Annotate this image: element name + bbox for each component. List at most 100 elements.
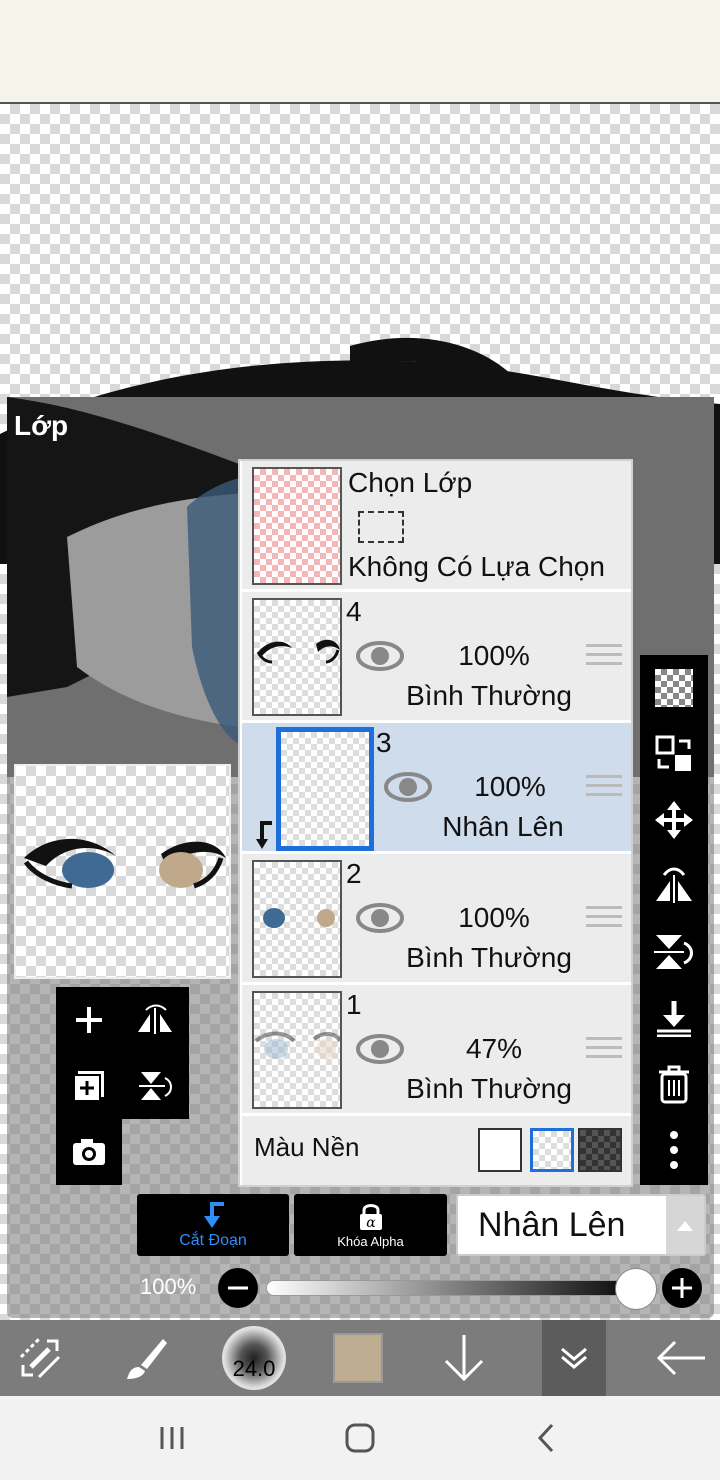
layer-list: Chọn Lớp Không Có Lựa Chọn 4 100% Bình T… [238, 459, 633, 1187]
alpha-lock-label: Khóa Alpha [337, 1233, 404, 1249]
opacity-increase-button[interactable] [660, 1266, 704, 1310]
add-raster-layer-button[interactable] [56, 1053, 122, 1119]
add-layer-icon [73, 1071, 104, 1102]
opacity-slider-track[interactable] [266, 1280, 646, 1296]
layer-thumbnail [252, 860, 342, 978]
camera-icon [73, 1139, 105, 1165]
brush-size-value: 24.0 [232, 1356, 276, 1381]
opacity-slider-thumb[interactable] [615, 1268, 657, 1310]
drag-handle-icon[interactable] [586, 644, 622, 672]
flip-vertical-button[interactable] [122, 1053, 188, 1119]
transform-tool-button[interactable] [0, 1320, 80, 1396]
layer-thumbnail [276, 727, 374, 851]
visibility-eye-icon[interactable] [356, 902, 404, 934]
flip-vertical-icon [654, 935, 693, 969]
layer-opacity: 100% [474, 771, 546, 802]
drag-handle-icon[interactable] [586, 775, 622, 803]
selection-marquee-icon [358, 511, 404, 543]
add-layer-button[interactable] [56, 987, 122, 1053]
arrow-down-icon [444, 1335, 484, 1382]
move-button[interactable] [640, 787, 708, 853]
opacity-decrease-button[interactable] [216, 1266, 260, 1310]
home-button[interactable] [338, 1418, 382, 1458]
app-top-bar [0, 0, 720, 104]
background-color-row: Màu Nền [242, 1116, 631, 1185]
brush-size-icon: 24.0 [222, 1326, 286, 1390]
layer-row[interactable]: 1 47% Bình Thường [242, 985, 631, 1115]
layers-toggle-button[interactable] [542, 1320, 606, 1396]
lock-alpha-icon: α [359, 1203, 382, 1231]
visibility-eye-icon[interactable] [356, 1033, 404, 1065]
transparency-icon [655, 669, 693, 707]
layer-blend-mode: Bình Thường [406, 1073, 572, 1104]
background-dark-checker-swatch[interactable] [578, 1128, 622, 1172]
flip-vertical-icon [139, 1072, 172, 1100]
move-icon [655, 801, 693, 839]
more-icon [670, 1131, 678, 1169]
layer-opacity-control: 100% [130, 1264, 720, 1312]
clipping-label: Cắt Đoạn [179, 1232, 247, 1249]
selection-status: Không Có Lựa Chọn [348, 551, 605, 582]
layer-thumbnail [252, 598, 342, 716]
plus-icon [76, 1007, 102, 1033]
layer-thumbnail [252, 991, 342, 1109]
drag-handle-icon[interactable] [586, 1037, 622, 1065]
flip-horizontal-icon [656, 867, 692, 903]
layer-opacity: 100% [458, 640, 530, 671]
layer-number: 2 [346, 858, 362, 889]
more-options-button[interactable] [640, 1117, 708, 1183]
merge-down-icon [657, 1001, 691, 1037]
layers-toggle-icon [561, 1347, 587, 1369]
dropdown-arrow-icon [666, 1196, 704, 1254]
layer-blend-mode: Bình Thường [406, 942, 572, 973]
camera-button[interactable] [56, 1119, 122, 1185]
color-button[interactable] [322, 1320, 394, 1396]
flip-horizontal-icon [138, 1004, 172, 1034]
alpha-lock-button[interactable]: α Khóa Alpha [294, 1194, 447, 1256]
layer-number: 4 [346, 596, 362, 627]
back-arrow-icon [657, 1340, 705, 1376]
layer-row[interactable]: 2 100% Bình Thường [242, 854, 631, 984]
back-icon [537, 1423, 554, 1453]
layer-blend-mode: Nhân Lên [442, 811, 564, 842]
layer-row[interactable]: 4 100% Bình Thường [242, 592, 631, 722]
layer-number: 3 [376, 727, 392, 758]
delete-layer-button[interactable] [640, 1051, 708, 1117]
recent-apps-button[interactable] [150, 1418, 194, 1458]
background-white-swatch[interactable] [478, 1128, 522, 1172]
layer-opacity: 100% [458, 902, 530, 933]
svg-text:α: α [366, 1215, 376, 1231]
layer-row-selected[interactable]: 3 100% Nhân Lên [242, 723, 631, 853]
color-icon [333, 1333, 383, 1383]
flip-vertical-layer-button[interactable] [640, 919, 708, 985]
move-down-button[interactable] [424, 1320, 504, 1396]
preview-art [23, 838, 226, 889]
layer-action-toolbar [640, 655, 708, 1185]
visibility-eye-icon[interactable] [356, 640, 404, 672]
selection-thumbnail [252, 467, 342, 585]
system-back-button[interactable] [528, 1418, 564, 1458]
trash-icon [659, 1065, 689, 1104]
selection-layer-row[interactable]: Chọn Lớp Không Có Lựa Chọn [242, 461, 631, 591]
brush-icon [127, 1339, 167, 1379]
clipping-button[interactable]: Cắt Đoạn [137, 1194, 289, 1256]
swap-layers-button[interactable] [640, 721, 708, 787]
flip-horizontal-button[interactable] [122, 987, 188, 1053]
flip-horizontal-layer-button[interactable] [640, 853, 708, 919]
layer-tools [56, 987, 189, 1119]
back-button[interactable] [644, 1320, 720, 1396]
background-transparent-swatch[interactable] [530, 1128, 574, 1172]
brush-size-button[interactable]: 24.0 [214, 1320, 294, 1396]
panel-title: Lớp [14, 410, 69, 441]
system-navigation-bar [0, 1396, 720, 1480]
brush-tool-button[interactable] [106, 1320, 186, 1396]
transform-icon [19, 1337, 61, 1379]
visibility-eye-icon[interactable] [384, 771, 432, 803]
transparency-button[interactable] [640, 655, 708, 721]
background-label: Màu Nền [254, 1132, 360, 1162]
recent-apps-icon [160, 1427, 184, 1449]
blend-mode-select[interactable]: Nhân Lên [456, 1194, 706, 1256]
merge-down-button[interactable] [640, 985, 708, 1051]
layer-number: 1 [346, 989, 362, 1020]
drag-handle-icon[interactable] [586, 906, 622, 934]
